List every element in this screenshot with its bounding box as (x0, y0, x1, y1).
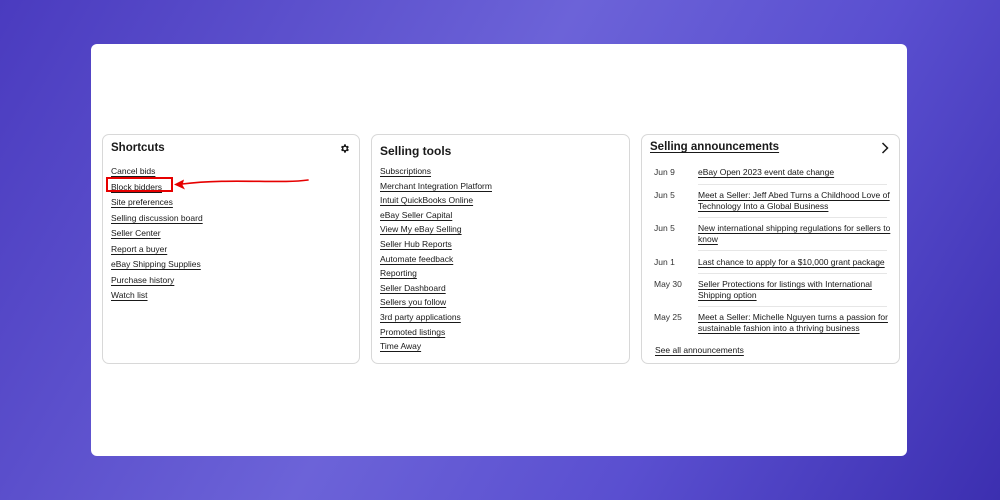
chevron-right-icon[interactable] (881, 142, 889, 154)
tool-promoted-listings-link[interactable]: Promoted listings (380, 327, 445, 337)
selling-tools-list: Subscriptions Merchant Integration Platf… (380, 164, 492, 354)
shortcut-item: Seller Center (111, 226, 203, 242)
divider (698, 250, 887, 251)
shortcut-report-buyer-link[interactable]: Report a buyer (111, 244, 167, 254)
announcement-date: Jun 9 (654, 167, 675, 177)
tool-item: Seller Dashboard (380, 281, 492, 296)
shortcut-discussion-board-link[interactable]: Selling discussion board (111, 213, 203, 223)
tool-item: Automate feedback (380, 252, 492, 267)
tool-item: Seller Hub Reports (380, 237, 492, 252)
arrow-icon (174, 179, 309, 190)
shortcut-item: eBay Shipping Supplies (111, 257, 203, 273)
shortcut-item: Purchase history (111, 273, 203, 289)
tool-item: Time Away (380, 339, 492, 354)
selling-tools-title: Selling tools (380, 144, 452, 158)
tool-item: Sellers you follow (380, 295, 492, 310)
announcement-date: Jun 5 (654, 190, 675, 200)
announcement-link[interactable]: eBay Open 2023 event date change (698, 167, 893, 178)
tool-third-party-apps-link[interactable]: 3rd party applications (380, 312, 461, 322)
shortcuts-title: Shortcuts (111, 142, 165, 154)
tool-view-my-ebay-selling-link[interactable]: View My eBay Selling (380, 224, 462, 234)
see-all-announcements-link[interactable]: See all announcements (655, 345, 744, 355)
announcement-date: May 30 (654, 279, 682, 289)
announcement-link[interactable]: Meet a Seller: Michelle Nguyen turns a p… (698, 312, 893, 334)
divider (698, 217, 887, 218)
announcement-date: Jun 1 (654, 257, 675, 267)
divider (698, 273, 887, 274)
shortcut-watch-list-link[interactable]: Watch list (111, 290, 148, 300)
shortcut-item: Report a buyer (111, 242, 203, 258)
shortcut-site-preferences-link[interactable]: Site preferences (111, 197, 173, 207)
tool-sellers-you-follow-link[interactable]: Sellers you follow (380, 297, 446, 307)
announcement-date: Jun 5 (654, 223, 675, 233)
tool-item: Subscriptions (380, 164, 492, 179)
tool-time-away-link[interactable]: Time Away (380, 341, 421, 351)
shortcut-seller-center-link[interactable]: Seller Center (111, 228, 161, 238)
tool-item: Merchant Integration Platform (380, 179, 492, 194)
announcement-link[interactable]: Seller Protections for listings with Int… (698, 279, 893, 301)
tool-item: 3rd party applications (380, 310, 492, 325)
announcement-link[interactable]: New international shipping regulations f… (698, 223, 893, 245)
selling-tools-card: Selling tools Subscriptions Merchant Int… (371, 134, 630, 364)
tool-subscriptions-link[interactable]: Subscriptions (380, 166, 431, 176)
shortcut-cancel-bids-link[interactable]: Cancel bids (111, 166, 155, 176)
highlight-box (106, 177, 173, 192)
tool-item: eBay Seller Capital (380, 208, 492, 223)
tool-quickbooks-link[interactable]: Intuit QuickBooks Online (380, 195, 473, 205)
shortcut-item: Site preferences (111, 195, 203, 211)
tool-merchant-integration-link[interactable]: Merchant Integration Platform (380, 181, 492, 191)
tool-item: View My eBay Selling (380, 222, 492, 237)
shortcut-purchase-history-link[interactable]: Purchase history (111, 275, 174, 285)
tool-reporting-link[interactable]: Reporting (380, 268, 417, 278)
announcement-date: May 25 (654, 312, 682, 322)
shortcut-shipping-supplies-link[interactable]: eBay Shipping Supplies (111, 259, 201, 269)
tool-item: Intuit QuickBooks Online (380, 193, 492, 208)
tool-automate-feedback-link[interactable]: Automate feedback (380, 254, 453, 264)
announcement-link[interactable]: Meet a Seller: Jeff Abed Turns a Childho… (698, 190, 893, 212)
gear-icon[interactable] (339, 143, 350, 154)
announcements-title-link[interactable]: Selling announcements (650, 141, 779, 153)
divider (698, 184, 887, 185)
tool-seller-hub-reports-link[interactable]: Seller Hub Reports (380, 239, 452, 249)
tool-item: Promoted listings (380, 325, 492, 340)
tool-seller-dashboard-link[interactable]: Seller Dashboard (380, 283, 446, 293)
shortcuts-card: Shortcuts Cancel bids Block bidders Site… (102, 134, 360, 364)
divider (698, 306, 887, 307)
tool-item: Reporting (380, 266, 492, 281)
shortcut-item: Selling discussion board (111, 211, 203, 227)
tool-seller-capital-link[interactable]: eBay Seller Capital (380, 210, 452, 220)
announcement-link[interactable]: Last chance to apply for a $10,000 grant… (698, 257, 893, 268)
announcements-card: Selling announcements Jun 9 eBay Open 20… (641, 134, 900, 364)
shortcut-item: Watch list (111, 288, 203, 304)
